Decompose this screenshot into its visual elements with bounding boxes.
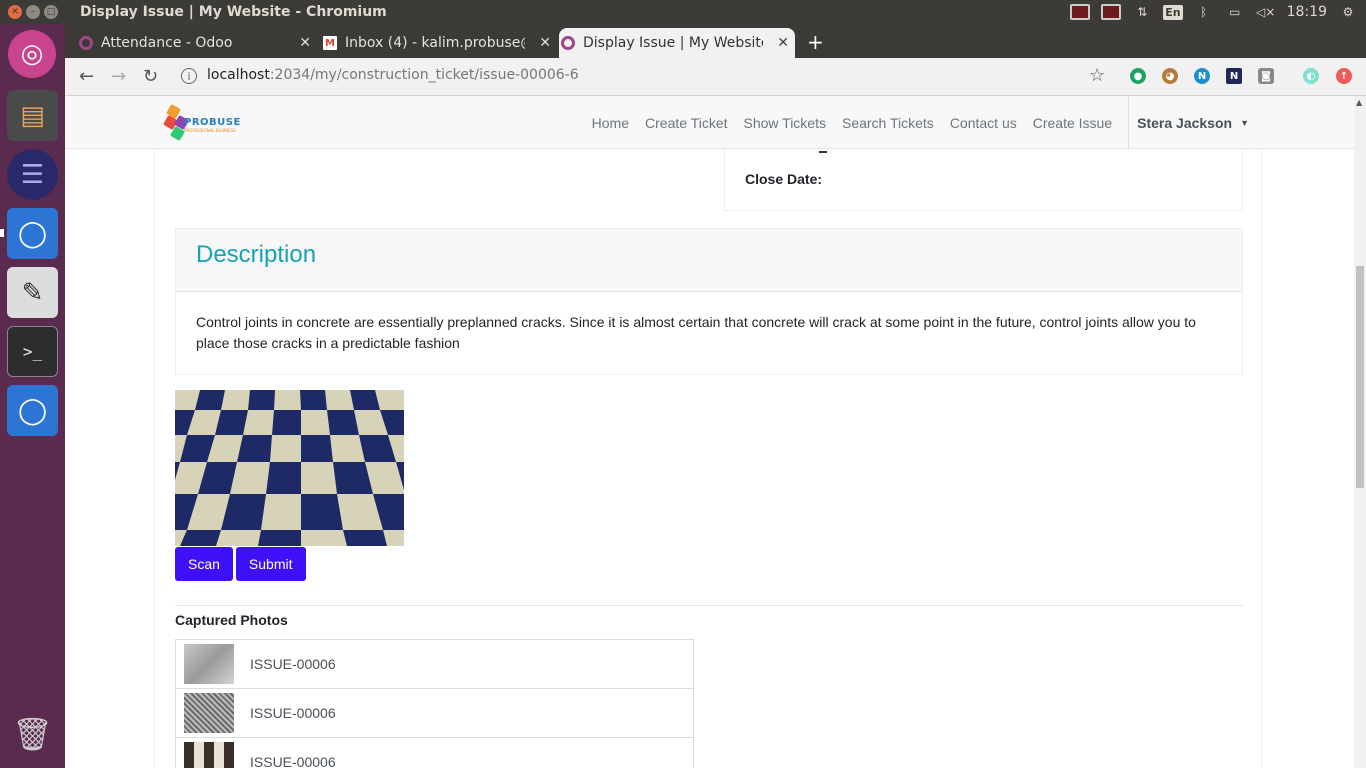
- scrollbar-thumb[interactable]: [1356, 266, 1364, 488]
- text-editor-app-icon[interactable]: ✎: [7, 267, 58, 318]
- captured-photos-title: Captured Photos: [175, 612, 288, 628]
- issue-info-card: Close Date:: [724, 149, 1243, 211]
- tab-close-icon[interactable]: ✕: [299, 35, 311, 51]
- user-name: Stera Jackson: [1137, 114, 1233, 131]
- logo-text: PROBUSE: [184, 117, 241, 128]
- photo-name: ISSUE-00006: [250, 656, 336, 672]
- forward-arrow-icon[interactable]: →: [111, 66, 126, 87]
- eclipse-app-icon[interactable]: ☰: [7, 149, 58, 200]
- trash-icon[interactable]: 🗑: [7, 708, 58, 759]
- photo-row[interactable]: ISSUE-00006: [176, 738, 693, 768]
- notion-extension-icon[interactable]: N: [1226, 68, 1242, 84]
- description-title: Description: [196, 241, 317, 268]
- issue-photo: [175, 390, 404, 546]
- reload-icon[interactable]: ↻: [143, 66, 158, 87]
- record-indicator-icon[interactable]: [1101, 4, 1122, 20]
- menu-show-tickets[interactable]: Show Tickets: [744, 115, 826, 131]
- browser-tab-strip: Attendance - Odoo ✕ M Inbox (4) - kalim.…: [65, 24, 1366, 58]
- site-menu: Home Create Ticket Show Tickets Search T…: [592, 96, 1354, 149]
- odoo-favicon-icon: [561, 36, 575, 50]
- new-tab-icon[interactable]: +: [807, 30, 824, 54]
- browser-tab-inbox[interactable]: M Inbox (4) - kalim.probuse@ ✕: [321, 28, 557, 58]
- running-indicator: [0, 229, 4, 237]
- back-arrow-icon[interactable]: ←: [79, 66, 94, 87]
- browser-tab-display-issue[interactable]: Display Issue | My Website ✕: [559, 28, 795, 58]
- tab-label: Inbox (4) - kalim.probuse@: [345, 35, 525, 51]
- captured-photos-list: ISSUE-00006 ISSUE-00006 ISSUE-00006: [175, 639, 694, 768]
- bookmark-star-icon[interactable]: ☆: [1089, 65, 1105, 86]
- clipped-text-fragment: [819, 149, 827, 153]
- browser-tab-attendance[interactable]: Attendance - Odoo ✕: [77, 28, 317, 58]
- terminal-app-icon[interactable]: >_: [7, 326, 58, 377]
- window-close-button[interactable]: ✕: [8, 5, 22, 19]
- page-scrollbar[interactable]: ▲: [1354, 96, 1366, 768]
- description-header: Description: [176, 229, 1242, 292]
- photo-row[interactable]: ISSUE-00006: [176, 640, 693, 689]
- page-viewport: PROBUSE PROFESSIONAL BUSINESS Home Creat…: [65, 96, 1354, 768]
- description-text: Control joints in concrete are essential…: [196, 314, 1196, 351]
- unity-launcher: ◎ ▤ ☰ ◯ ✎ >_ ◯ 🗑: [0, 24, 65, 768]
- chrome-app-icon[interactable]: ◯: [7, 385, 58, 436]
- battery-icon[interactable]: ▭: [1225, 4, 1245, 20]
- photo-thumbnail[interactable]: [184, 742, 234, 768]
- system-tray: ⇅ En ᛒ ▭ ◁× 18:19 ⚙: [1070, 0, 1366, 24]
- tab-label: Attendance - Odoo: [101, 35, 233, 51]
- site-navbar: PROBUSE PROFESSIONAL BUSINESS Home Creat…: [65, 96, 1354, 149]
- menu-create-issue[interactable]: Create Issue: [1033, 115, 1112, 131]
- volume-muted-icon[interactable]: ◁×: [1256, 4, 1276, 20]
- odoo-favicon-icon: [79, 36, 93, 50]
- tab-close-icon[interactable]: ✕: [539, 35, 551, 51]
- n-extension-icon[interactable]: N: [1194, 68, 1210, 84]
- tab-close-icon[interactable]: ✕: [777, 35, 789, 51]
- caret-down-icon: ▼: [1240, 117, 1249, 128]
- tampermonkey-extension-icon[interactable]: ◕: [1162, 68, 1178, 84]
- scan-button[interactable]: Scan: [175, 547, 233, 581]
- clock[interactable]: 18:19: [1287, 4, 1327, 20]
- os-top-panel: ✕ – □ Display Issue | My Website - Chrom…: [0, 0, 1366, 24]
- photo-thumbnail[interactable]: [184, 693, 234, 733]
- menu-home[interactable]: Home: [592, 115, 629, 131]
- page-container: Close Date: Description Control joints i…: [154, 149, 1262, 768]
- user-dropdown[interactable]: Stera Jackson ▼: [1128, 96, 1249, 149]
- probuse-logo[interactable]: PROBUSE PROFESSIONAL BUSINESS: [162, 103, 240, 142]
- description-card: Description Control joints in concrete a…: [175, 228, 1243, 375]
- address-bar[interactable]: localhost:2034/my/construction_ticket/is…: [207, 67, 579, 83]
- gmail-favicon-icon: M: [323, 36, 337, 50]
- camera-extension-icon[interactable]: ◙: [1258, 68, 1274, 84]
- photo-name: ISSUE-00006: [250, 705, 336, 721]
- submit-button[interactable]: Submit: [235, 547, 306, 581]
- photo-thumbnail[interactable]: [184, 644, 234, 684]
- settings-gear-icon[interactable]: ⚙: [1338, 4, 1358, 20]
- files-app-icon[interactable]: ▤: [7, 90, 58, 141]
- tab-label: Display Issue | My Website: [583, 35, 763, 51]
- menu-create-ticket[interactable]: Create Ticket: [645, 115, 727, 131]
- photo-row[interactable]: ISSUE-00006: [176, 689, 693, 738]
- action-buttons: Scan Submit: [175, 547, 306, 581]
- keyboard-language-indicator[interactable]: En: [1163, 4, 1183, 20]
- upload-extension-icon[interactable]: ↑: [1336, 68, 1352, 84]
- bluetooth-icon[interactable]: ᛒ: [1194, 4, 1214, 20]
- site-info-icon[interactable]: i: [181, 68, 197, 84]
- chromium-app-icon[interactable]: ◯: [7, 208, 58, 259]
- scroll-up-arrow-icon[interactable]: ▲: [1356, 98, 1362, 107]
- divider: [175, 605, 1243, 606]
- ubuntu-dash-icon[interactable]: ◎: [8, 30, 56, 78]
- browser-toolbar: ← → ↻ i localhost:2034/my/construction_t…: [65, 58, 1366, 96]
- window-maximize-button[interactable]: □: [44, 5, 58, 19]
- menu-contact-us[interactable]: Contact us: [950, 115, 1017, 131]
- checkered-floor-image: [175, 390, 404, 546]
- menu-search-tickets[interactable]: Search Tickets: [842, 115, 934, 131]
- grammarly-extension-icon[interactable]: ◐: [1303, 68, 1319, 84]
- window-minimize-button[interactable]: –: [26, 5, 40, 19]
- network-arrows-icon[interactable]: ⇅: [1132, 4, 1152, 20]
- hangouts-extension-icon[interactable]: ●: [1130, 68, 1146, 84]
- window-title: Display Issue | My Website - Chromium: [80, 4, 387, 20]
- logo-subtext: PROFESSIONAL BUSINESS: [184, 128, 236, 133]
- record-indicator-icon[interactable]: [1070, 4, 1091, 20]
- photo-name: ISSUE-00006: [250, 754, 336, 768]
- close-date-label: Close Date:: [745, 171, 823, 187]
